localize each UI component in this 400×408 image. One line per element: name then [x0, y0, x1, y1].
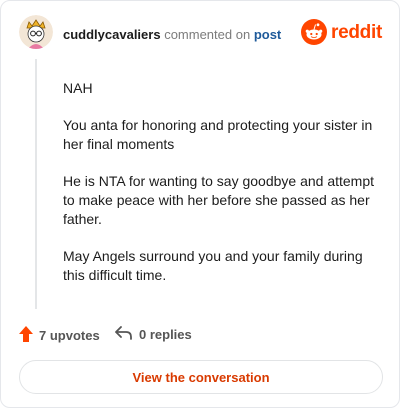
comment-paragraph: He is NTA for wanting to say goodbye and… [63, 173, 375, 227]
comment-meta: cuddlycavaliers commented on post [63, 27, 281, 42]
reddit-logo-icon [301, 19, 327, 50]
comment-header: cuddlycavaliers commented on post reddit [19, 15, 382, 55]
reddit-wordmark: reddit [331, 22, 382, 43]
post-link[interactable]: post [254, 27, 281, 42]
comment-paragraph: May Angels surround you and your family … [63, 248, 363, 283]
upvote-count: 7 upvotes [39, 328, 100, 343]
comment-paragraph: NAH [63, 80, 93, 96]
thread-line [35, 59, 37, 309]
commented-on-text: commented on [164, 27, 251, 42]
reddit-logo[interactable]: reddit [301, 19, 382, 50]
upvote-button[interactable]: 7 upvotes [19, 326, 100, 345]
snoo-avatar[interactable] [19, 15, 53, 49]
reply-arrow-icon [115, 326, 133, 343]
comment-actions: 7 upvotes 0 replies [19, 326, 379, 346]
reply-count: 0 replies [139, 327, 192, 342]
username[interactable]: cuddlycavaliers [63, 27, 161, 42]
view-conversation-button[interactable]: View the conversation [19, 360, 383, 394]
comment-body: NAH You anta for honoring and protecting… [63, 79, 375, 303]
replies-button[interactable]: 0 replies [115, 326, 192, 343]
comment-paragraph: You anta for honoring and protecting you… [63, 117, 373, 152]
comment-card: cuddlycavaliers commented on post reddit [0, 0, 400, 408]
upvote-arrow-icon [19, 326, 33, 345]
